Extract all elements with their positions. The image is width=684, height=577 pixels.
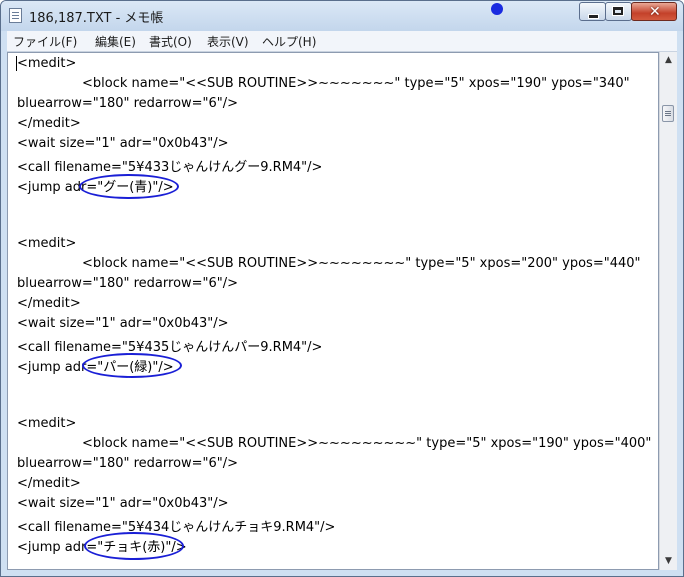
notepad-window: 186,187.TXT - メモ帳 ✕ ファイル(F) 編集(E) 書式(O) … [0,0,684,577]
menu-view[interactable]: 表示(V) [207,33,249,50]
editor-line: <wait size="1" adr="0x0b43"/> [17,136,229,151]
editor-line: bluearrow="180" redarrow="6"/> [17,276,239,291]
chevron-up-icon[interactable]: ▲ [660,52,677,69]
minimize-button[interactable] [579,2,606,21]
editor-line: <block name="<<SUB ROUTINE>>~~~~~~~~" ty… [82,256,641,271]
editor-line: <medit> [17,56,77,71]
scroll-thumb[interactable] [662,105,674,122]
title-bar[interactable]: 186,187.TXT - メモ帳 ✕ [1,1,683,31]
menu-help[interactable]: ヘルプ(H) [262,33,316,50]
editor-line: <call filename="5¥433じゃんけんグー9.RM4"/> [17,160,323,175]
menu-format[interactable]: 書式(O) [149,33,192,50]
editor-line: bluearrow="180" redarrow="6"/> [17,456,239,471]
editor-line: bluearrow="180" redarrow="6"/> [17,96,239,111]
editor-line: <wait size="1" adr="0x0b43"/> [17,496,229,511]
maximize-button[interactable] [605,2,632,21]
notepad-icon[interactable] [9,8,22,23]
menu-file[interactable]: ファイル(F) [13,33,77,50]
editor-line: <medit> [17,236,77,251]
editor-line: <call filename="5¥435じゃんけんパー9.RM4"/> [17,340,323,355]
text-editor[interactable]: <medit> <block name="<<SUB ROUTINE>>~~~~… [7,52,659,570]
minimize-icon [588,14,599,19]
editor-line: <block name="<<SUB ROUTINE>>~~~~~~~" typ… [82,76,630,91]
annotation-ellipse-blue [79,174,179,199]
editor-line: </medit> [17,296,81,311]
vertical-scrollbar[interactable]: ▲ ▼ [659,52,677,570]
editor-line: <medit> [17,416,77,431]
menu-bar: ファイル(F) 編集(E) 書式(O) 表示(V) ヘルプ(H) [7,31,677,52]
editor-line: </medit> [17,476,81,491]
blue-dot-marker [491,3,503,15]
chevron-down-icon[interactable]: ▼ [660,553,677,570]
editor-line: </medit> [17,116,81,131]
editor-line: <call filename="5¥434じゃんけんチョキ9.RM4"/> [17,520,336,535]
editor-line: <wait size="1" adr="0x0b43"/> [17,316,229,331]
annotation-ellipse-green [82,353,182,378]
editor-line: <block name="<<SUB ROUTINE>>~~~~~~~~~" t… [82,436,652,451]
annotation-ellipse-red [84,532,184,560]
window-title: 186,187.TXT - メモ帳 [29,11,164,26]
maximize-icon [612,6,624,16]
menu-edit[interactable]: 編集(E) [95,33,136,50]
close-icon: ✕ [649,4,661,20]
close-button[interactable]: ✕ [631,2,677,21]
